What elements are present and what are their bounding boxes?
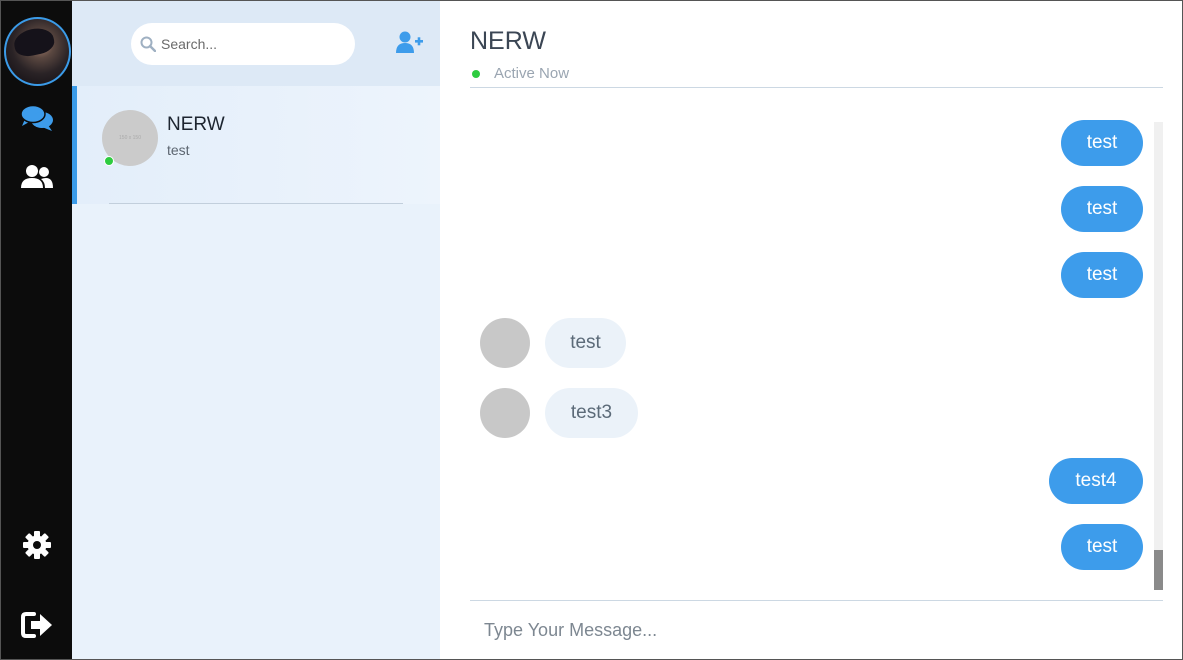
gear-icon[interactable]	[19, 530, 55, 560]
message-scrollbar[interactable]	[1154, 122, 1163, 590]
chat-status: Active Now	[494, 65, 570, 82]
search-input[interactable]	[161, 33, 341, 55]
contact-last-message: test	[167, 142, 190, 158]
contact-divider	[109, 203, 403, 204]
online-indicator	[104, 156, 114, 166]
sign-out-icon[interactable]	[19, 610, 55, 640]
contacts-header	[72, 1, 440, 86]
app-window: 150 x 150 NERW test NERW Active Now test…	[0, 0, 1183, 660]
avatar-placeholder-text: 150 x 150	[119, 135, 141, 141]
header-divider	[470, 87, 1163, 88]
outgoing-message: test	[1061, 252, 1143, 298]
outgoing-message: test4	[1049, 458, 1143, 504]
contact-name: NERW	[167, 114, 225, 135]
incoming-message: test	[545, 318, 626, 368]
chat-title: NERW	[470, 27, 546, 55]
contacts-panel: 150 x 150 NERW test	[72, 1, 440, 659]
message-input[interactable]	[484, 617, 1134, 643]
user-plus-icon[interactable]	[396, 31, 424, 55]
chat-bubbles-icon[interactable]	[19, 103, 55, 133]
online-indicator	[472, 70, 480, 78]
outgoing-message: test	[1061, 120, 1143, 166]
search-box	[131, 23, 355, 65]
users-icon[interactable]	[19, 162, 55, 192]
chat-panel: NERW Active Now test test test test test…	[440, 1, 1182, 659]
input-divider	[470, 600, 1163, 601]
search-icon	[140, 36, 156, 52]
nav-rail	[1, 1, 72, 659]
scrollbar-thumb[interactable]	[1154, 550, 1163, 590]
user-avatar[interactable]	[4, 17, 71, 86]
outgoing-message: test	[1061, 186, 1143, 232]
outgoing-message: test	[1061, 524, 1143, 570]
sender-avatar	[480, 318, 530, 368]
incoming-message: test3	[545, 388, 638, 438]
sender-avatar	[480, 388, 530, 438]
contact-item[interactable]: 150 x 150 NERW test	[72, 86, 440, 204]
